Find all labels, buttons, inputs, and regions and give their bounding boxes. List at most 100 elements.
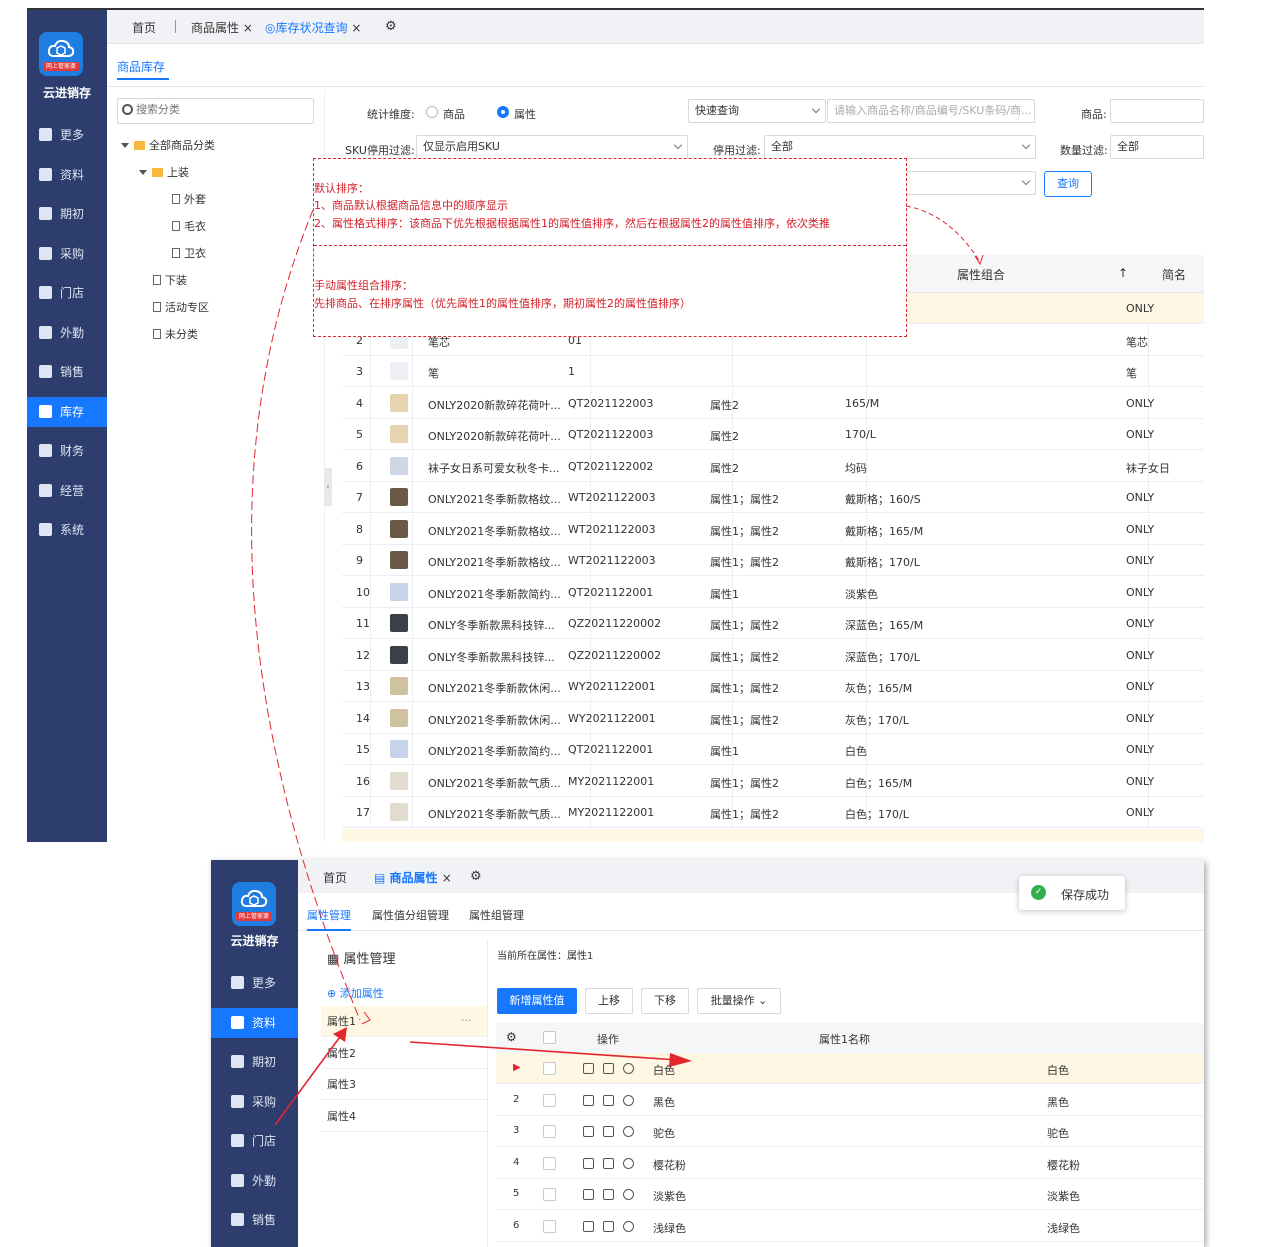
- nav-item-field[interactable]: 外勤: [27, 318, 107, 348]
- tree-root[interactable]: 全部商品分类: [121, 137, 215, 153]
- edit-icon[interactable]: [583, 1094, 594, 1106]
- edit-icon[interactable]: [583, 1220, 594, 1232]
- nav-item-sales[interactable]: 销售: [27, 357, 107, 387]
- nav-item-store[interactable]: 门店: [27, 278, 107, 308]
- close-icon[interactable]: ×: [243, 21, 253, 35]
- tree-node-promo[interactable]: 活动专区: [153, 299, 209, 315]
- nav-item-stock[interactable]: 库存: [27, 396, 107, 427]
- quick-query-select[interactable]: 快速查询: [688, 99, 826, 123]
- subtab-attr-group-value[interactable]: 属性值分组管理: [372, 907, 449, 923]
- attr-item[interactable]: 属性3: [321, 1069, 487, 1100]
- sort-up-icon[interactable]: ↑: [1118, 266, 1128, 280]
- table-row[interactable]: 17 ONLY2021冬季新款气质... MY2021122001 属性1；属性2 白色…: [342, 797, 1204, 828]
- collapse-handle[interactable]: ‹: [324, 468, 332, 506]
- disable-filter-select[interactable]: 全部: [764, 135, 1036, 159]
- gear-icon[interactable]: ⚙: [506, 1030, 517, 1044]
- edit-icon[interactable]: [583, 1189, 594, 1200]
- delete-icon[interactable]: [603, 1063, 614, 1074]
- nav-item-more[interactable]: 更多: [27, 120, 107, 150]
- edit-icon[interactable]: [583, 1157, 594, 1169]
- tree-node-hoodie[interactable]: 卫衣: [172, 245, 206, 261]
- table-row[interactable]: 6 浅绿色 浅绿色: [496, 1211, 1204, 1242]
- row-checkbox[interactable]: [543, 1156, 556, 1170]
- table-row[interactable]: 8 ONLY2021冬季新款格纹... WT2021122003 属性1；属性2 戴斯格…: [342, 513, 1204, 545]
- tab-home[interactable]: 首页: [323, 869, 347, 886]
- gear-icon[interactable]: ⚙: [470, 869, 482, 884]
- table-row[interactable]: 10 ONLY2021冬季新款简约... QT2021122001 属性1 淡紫色 ONL…: [342, 576, 1204, 608]
- delete-icon[interactable]: [603, 1094, 614, 1106]
- close-icon[interactable]: ×: [351, 21, 361, 35]
- delete-icon[interactable]: [603, 1126, 614, 1137]
- tree-node-uncategorized[interactable]: 未分类: [153, 326, 198, 342]
- attr-item[interactable]: 属性4: [321, 1101, 487, 1132]
- quick-query-input[interactable]: 请输入商品名称/商品编号/SKU条码/商...: [827, 99, 1035, 123]
- qty-filter-select[interactable]: 全部: [1110, 135, 1204, 159]
- edit-icon[interactable]: [583, 1063, 594, 1074]
- table-row[interactable]: 16 ONLY2021冬季新款气质... MY2021122001 属性1；属性2 白色…: [342, 765, 1204, 797]
- tab-home[interactable]: 首页: [132, 19, 156, 36]
- query-button[interactable]: 查询: [1044, 171, 1092, 197]
- table-row[interactable]: 6 袜子女日系可爱女秋冬卡... QT2021122002 属性2 均码 袜子女日: [342, 450, 1204, 482]
- radio-goods[interactable]: [426, 106, 438, 118]
- tab-stock-query[interactable]: ◎库存状况查询 ×: [265, 19, 361, 36]
- nav-item-store[interactable]: 门店: [211, 1126, 298, 1156]
- nav-item-field[interactable]: 外勤: [211, 1166, 298, 1196]
- subtab-attr-manage[interactable]: 属性管理: [307, 907, 351, 923]
- caret-down-icon[interactable]: [121, 143, 129, 148]
- table-row[interactable]: 3 笔 1 笔: [342, 356, 1204, 387]
- new-value-button[interactable]: 新增属性值: [497, 988, 577, 1014]
- tree-node-sweater[interactable]: 毛衣: [172, 218, 206, 234]
- row-checkbox[interactable]: [543, 1093, 556, 1107]
- nav-item-purchase[interactable]: 采购: [27, 239, 107, 269]
- table-row[interactable]: 11 ONLY冬季新款黑科技锌... QZ20211220002 属性1；属性2 深蓝色…: [342, 608, 1204, 639]
- nav-item-opening[interactable]: 期初: [27, 199, 107, 229]
- table-row[interactable]: 5 ONLY2020新款碎花荷叶... QT2021122003 属性2 170/L ON…: [342, 419, 1204, 450]
- nav-item-opening[interactable]: 期初: [211, 1047, 298, 1077]
- more-icon[interactable]: ···: [461, 1014, 472, 1027]
- table-row[interactable]: 5 淡紫色 淡紫色: [496, 1179, 1204, 1210]
- select-all-checkbox[interactable]: [543, 1031, 556, 1044]
- tab-product-attr[interactable]: 商品属性 ×: [191, 19, 253, 36]
- close-icon[interactable]: ×: [442, 871, 452, 885]
- table-row[interactable]: 12 ONLY冬季新款黑科技锌... QZ20211220002 属性1；属性2 深蓝色…: [342, 639, 1204, 671]
- header-short-name[interactable]: 简名: [1162, 266, 1186, 283]
- sku-filter-select[interactable]: 仅显示启用SKU: [416, 135, 688, 159]
- row-checkbox[interactable]: [543, 1062, 556, 1075]
- table-row[interactable]: 4 ONLY2020新款碎花荷叶... QT2021122003 属性2 165/M ON…: [342, 387, 1204, 419]
- more-circle-icon[interactable]: [623, 1063, 634, 1074]
- move-up-button[interactable]: 上移: [585, 988, 633, 1014]
- row-checkbox[interactable]: [543, 1219, 556, 1233]
- table-row[interactable]: 14 ONLY2021冬季新款休闲... WY2021122001 属性1；属性2 灰色…: [342, 702, 1204, 734]
- tree-node-tops[interactable]: 上装: [139, 164, 189, 180]
- category-search[interactable]: [117, 98, 314, 124]
- row-checkbox[interactable]: [543, 1188, 556, 1201]
- header-attr-combo[interactable]: 属性组合: [957, 266, 1005, 283]
- table-row[interactable]: 7 ONLY2021冬季新款格纹... WT2021122003 属性1；属性2 戴斯格…: [342, 482, 1204, 513]
- category-search-input[interactable]: [136, 103, 286, 116]
- batch-operation-button[interactable]: 批量操作 ⌄: [697, 988, 781, 1014]
- delete-icon[interactable]: [603, 1157, 614, 1169]
- edit-icon[interactable]: [583, 1126, 594, 1137]
- attr-item[interactable]: 属性2: [321, 1038, 487, 1069]
- delete-icon[interactable]: [603, 1189, 614, 1200]
- more-circle-icon[interactable]: [623, 1126, 634, 1137]
- table-row[interactable]: 9 ONLY2021冬季新款格纹... WT2021122003 属性1；属性2 戴斯格…: [342, 545, 1204, 576]
- subtab-attr-group[interactable]: 属性组管理: [469, 907, 524, 923]
- more-circle-icon[interactable]: [623, 1157, 634, 1169]
- table-row[interactable]: 2 黑色 黑色: [496, 1085, 1204, 1116]
- more-circle-icon[interactable]: [623, 1189, 634, 1200]
- more-circle-icon[interactable]: [623, 1094, 634, 1106]
- nav-item-finance[interactable]: 财务: [27, 436, 107, 466]
- table-row[interactable]: ▶ 白色 白色: [496, 1053, 1204, 1084]
- nav-item-purchase[interactable]: 采购: [211, 1087, 298, 1117]
- nav-item-more[interactable]: 更多: [211, 968, 298, 998]
- radio-attr[interactable]: [497, 106, 509, 118]
- tab-product-attr[interactable]: ▤ 商品属性 ×: [374, 869, 452, 886]
- subtab-product-stock[interactable]: 商品库存: [117, 58, 165, 75]
- nav-item-system[interactable]: 系统: [27, 515, 107, 545]
- nav-item-operate[interactable]: 经营: [27, 476, 107, 506]
- nav-item-sales[interactable]: 销售: [211, 1205, 298, 1235]
- add-attr-button[interactable]: ⊕ 添加属性: [327, 985, 384, 1001]
- goods-input[interactable]: [1110, 99, 1204, 123]
- nav-item-data[interactable]: 资料: [211, 1007, 298, 1038]
